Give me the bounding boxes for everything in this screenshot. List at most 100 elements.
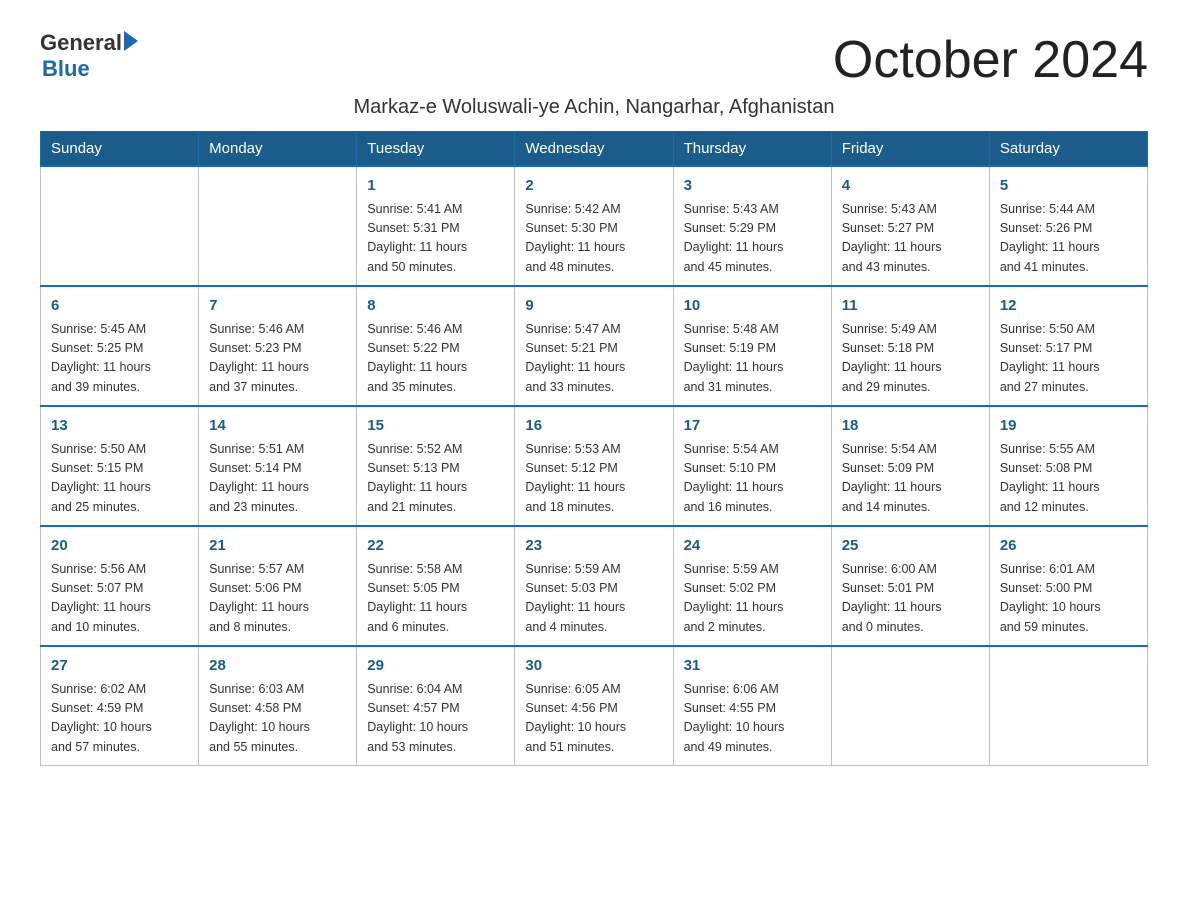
day-info: Sunrise: 5:56 AM Sunset: 5:07 PM Dayligh… bbox=[51, 560, 188, 638]
calendar-cell: 1Sunrise: 5:41 AM Sunset: 5:31 PM Daylig… bbox=[357, 166, 515, 286]
day-info: Sunrise: 5:48 AM Sunset: 5:19 PM Dayligh… bbox=[684, 320, 821, 398]
day-info: Sunrise: 5:46 AM Sunset: 5:23 PM Dayligh… bbox=[209, 320, 346, 398]
calendar-cell bbox=[199, 166, 357, 286]
day-info: Sunrise: 5:55 AM Sunset: 5:08 PM Dayligh… bbox=[1000, 440, 1137, 518]
day-info: Sunrise: 5:44 AM Sunset: 5:26 PM Dayligh… bbox=[1000, 200, 1137, 278]
day-number: 1 bbox=[367, 175, 504, 198]
day-number: 9 bbox=[525, 295, 662, 318]
day-number: 8 bbox=[367, 295, 504, 318]
day-info: Sunrise: 5:47 AM Sunset: 5:21 PM Dayligh… bbox=[525, 320, 662, 398]
calendar-subtitle: Markaz-e Woluswali-ye Achin, Nangarhar, … bbox=[40, 96, 1148, 119]
calendar-header-monday: Monday bbox=[199, 132, 357, 167]
day-number: 22 bbox=[367, 535, 504, 558]
calendar-cell: 3Sunrise: 5:43 AM Sunset: 5:29 PM Daylig… bbox=[673, 166, 831, 286]
day-info: Sunrise: 6:00 AM Sunset: 5:01 PM Dayligh… bbox=[842, 560, 979, 638]
day-info: Sunrise: 5:53 AM Sunset: 5:12 PM Dayligh… bbox=[525, 440, 662, 518]
calendar-cell: 17Sunrise: 5:54 AM Sunset: 5:10 PM Dayli… bbox=[673, 406, 831, 526]
header: General Blue October 2024 bbox=[40, 30, 1148, 90]
calendar-cell: 18Sunrise: 5:54 AM Sunset: 5:09 PM Dayli… bbox=[831, 406, 989, 526]
calendar-week-row: 1Sunrise: 5:41 AM Sunset: 5:31 PM Daylig… bbox=[41, 166, 1148, 286]
day-number: 24 bbox=[684, 535, 821, 558]
calendar-week-row: 6Sunrise: 5:45 AM Sunset: 5:25 PM Daylig… bbox=[41, 286, 1148, 406]
day-info: Sunrise: 5:57 AM Sunset: 5:06 PM Dayligh… bbox=[209, 560, 346, 638]
day-info: Sunrise: 6:06 AM Sunset: 4:55 PM Dayligh… bbox=[684, 680, 821, 758]
calendar-cell: 19Sunrise: 5:55 AM Sunset: 5:08 PM Dayli… bbox=[989, 406, 1147, 526]
calendar-cell: 31Sunrise: 6:06 AM Sunset: 4:55 PM Dayli… bbox=[673, 646, 831, 766]
day-info: Sunrise: 5:54 AM Sunset: 5:10 PM Dayligh… bbox=[684, 440, 821, 518]
day-number: 15 bbox=[367, 415, 504, 438]
logo-general: General bbox=[40, 30, 122, 56]
day-number: 20 bbox=[51, 535, 188, 558]
calendar-cell: 27Sunrise: 6:02 AM Sunset: 4:59 PM Dayli… bbox=[41, 646, 199, 766]
calendar-cell: 10Sunrise: 5:48 AM Sunset: 5:19 PM Dayli… bbox=[673, 286, 831, 406]
day-info: Sunrise: 5:43 AM Sunset: 5:29 PM Dayligh… bbox=[684, 200, 821, 278]
calendar-cell: 7Sunrise: 5:46 AM Sunset: 5:23 PM Daylig… bbox=[199, 286, 357, 406]
calendar-cell: 22Sunrise: 5:58 AM Sunset: 5:05 PM Dayli… bbox=[357, 526, 515, 646]
day-number: 26 bbox=[1000, 535, 1137, 558]
day-number: 16 bbox=[525, 415, 662, 438]
calendar-cell: 21Sunrise: 5:57 AM Sunset: 5:06 PM Dayli… bbox=[199, 526, 357, 646]
calendar-cell bbox=[831, 646, 989, 766]
day-number: 13 bbox=[51, 415, 188, 438]
day-number: 30 bbox=[525, 655, 662, 678]
day-info: Sunrise: 5:50 AM Sunset: 5:17 PM Dayligh… bbox=[1000, 320, 1137, 398]
day-info: Sunrise: 5:54 AM Sunset: 5:09 PM Dayligh… bbox=[842, 440, 979, 518]
day-info: Sunrise: 6:01 AM Sunset: 5:00 PM Dayligh… bbox=[1000, 560, 1137, 638]
calendar-cell: 24Sunrise: 5:59 AM Sunset: 5:02 PM Dayli… bbox=[673, 526, 831, 646]
day-info: Sunrise: 6:04 AM Sunset: 4:57 PM Dayligh… bbox=[367, 680, 504, 758]
calendar-cell bbox=[989, 646, 1147, 766]
day-number: 3 bbox=[684, 175, 821, 198]
day-number: 2 bbox=[525, 175, 662, 198]
calendar-cell: 29Sunrise: 6:04 AM Sunset: 4:57 PM Dayli… bbox=[357, 646, 515, 766]
calendar-cell: 15Sunrise: 5:52 AM Sunset: 5:13 PM Dayli… bbox=[357, 406, 515, 526]
calendar-header-thursday: Thursday bbox=[673, 132, 831, 167]
calendar-header-friday: Friday bbox=[831, 132, 989, 167]
calendar-cell bbox=[41, 166, 199, 286]
calendar-cell: 20Sunrise: 5:56 AM Sunset: 5:07 PM Dayli… bbox=[41, 526, 199, 646]
calendar-cell: 5Sunrise: 5:44 AM Sunset: 5:26 PM Daylig… bbox=[989, 166, 1147, 286]
day-number: 29 bbox=[367, 655, 504, 678]
calendar-header-row: SundayMondayTuesdayWednesdayThursdayFrid… bbox=[41, 132, 1148, 167]
day-number: 27 bbox=[51, 655, 188, 678]
day-info: Sunrise: 5:52 AM Sunset: 5:13 PM Dayligh… bbox=[367, 440, 504, 518]
day-info: Sunrise: 5:59 AM Sunset: 5:02 PM Dayligh… bbox=[684, 560, 821, 638]
day-number: 6 bbox=[51, 295, 188, 318]
calendar-cell: 25Sunrise: 6:00 AM Sunset: 5:01 PM Dayli… bbox=[831, 526, 989, 646]
day-info: Sunrise: 5:58 AM Sunset: 5:05 PM Dayligh… bbox=[367, 560, 504, 638]
day-number: 18 bbox=[842, 415, 979, 438]
day-info: Sunrise: 5:50 AM Sunset: 5:15 PM Dayligh… bbox=[51, 440, 188, 518]
day-info: Sunrise: 5:46 AM Sunset: 5:22 PM Dayligh… bbox=[367, 320, 504, 398]
calendar-cell: 6Sunrise: 5:45 AM Sunset: 5:25 PM Daylig… bbox=[41, 286, 199, 406]
calendar-week-row: 27Sunrise: 6:02 AM Sunset: 4:59 PM Dayli… bbox=[41, 646, 1148, 766]
calendar-week-row: 13Sunrise: 5:50 AM Sunset: 5:15 PM Dayli… bbox=[41, 406, 1148, 526]
day-info: Sunrise: 5:51 AM Sunset: 5:14 PM Dayligh… bbox=[209, 440, 346, 518]
day-number: 28 bbox=[209, 655, 346, 678]
logo-triangle-icon bbox=[124, 31, 138, 51]
day-info: Sunrise: 6:03 AM Sunset: 4:58 PM Dayligh… bbox=[209, 680, 346, 758]
calendar-cell: 9Sunrise: 5:47 AM Sunset: 5:21 PM Daylig… bbox=[515, 286, 673, 406]
day-number: 10 bbox=[684, 295, 821, 318]
day-number: 11 bbox=[842, 295, 979, 318]
calendar-cell: 30Sunrise: 6:05 AM Sunset: 4:56 PM Dayli… bbox=[515, 646, 673, 766]
day-info: Sunrise: 5:41 AM Sunset: 5:31 PM Dayligh… bbox=[367, 200, 504, 278]
calendar-cell: 28Sunrise: 6:03 AM Sunset: 4:58 PM Dayli… bbox=[199, 646, 357, 766]
day-number: 5 bbox=[1000, 175, 1137, 198]
day-number: 19 bbox=[1000, 415, 1137, 438]
day-number: 31 bbox=[684, 655, 821, 678]
calendar-cell: 8Sunrise: 5:46 AM Sunset: 5:22 PM Daylig… bbox=[357, 286, 515, 406]
day-info: Sunrise: 5:59 AM Sunset: 5:03 PM Dayligh… bbox=[525, 560, 662, 638]
day-info: Sunrise: 5:49 AM Sunset: 5:18 PM Dayligh… bbox=[842, 320, 979, 398]
day-number: 25 bbox=[842, 535, 979, 558]
day-number: 23 bbox=[525, 535, 662, 558]
calendar-header-sunday: Sunday bbox=[41, 132, 199, 167]
day-info: Sunrise: 5:42 AM Sunset: 5:30 PM Dayligh… bbox=[525, 200, 662, 278]
logo-blue-text: Blue bbox=[42, 56, 90, 82]
day-number: 17 bbox=[684, 415, 821, 438]
day-number: 4 bbox=[842, 175, 979, 198]
calendar-week-row: 20Sunrise: 5:56 AM Sunset: 5:07 PM Dayli… bbox=[41, 526, 1148, 646]
calendar-cell: 4Sunrise: 5:43 AM Sunset: 5:27 PM Daylig… bbox=[831, 166, 989, 286]
logo: General Blue bbox=[40, 30, 138, 82]
calendar-cell: 14Sunrise: 5:51 AM Sunset: 5:14 PM Dayli… bbox=[199, 406, 357, 526]
day-info: Sunrise: 6:02 AM Sunset: 4:59 PM Dayligh… bbox=[51, 680, 188, 758]
calendar-header-wednesday: Wednesday bbox=[515, 132, 673, 167]
